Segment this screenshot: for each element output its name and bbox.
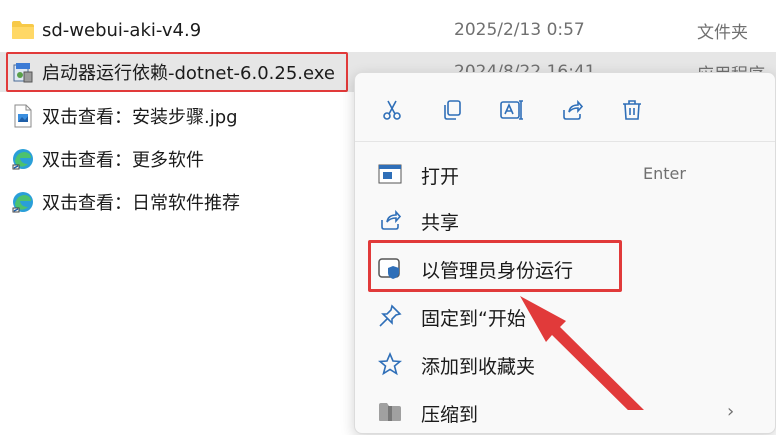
share-icon [377,207,403,233]
edge-link-icon [11,190,35,214]
zip-folder-icon [377,399,403,425]
menu-item-compress[interactable]: 压缩到 › [355,389,775,435]
file-row-folder[interactable]: sd-webui-aki-v4.9 2025/2/13 0:57 文件夹 [0,10,776,50]
folder-icon [11,18,35,42]
quick-actions-bar [355,73,775,143]
shortcut-label: Enter [643,164,686,183]
file-name: 双击查看：日常软件推荐 [42,193,240,214]
menu-item-add-favorites[interactable]: 添加到收藏夹 [355,341,775,387]
delete-icon[interactable] [617,95,647,125]
menu-item-label: 固定到“开始 [421,308,526,330]
submenu-chevron-icon: › [727,401,735,422]
file-name: 双击查看：安装步骤.jpg [42,107,238,128]
pin-icon [377,303,403,329]
menu-item-label: 压缩到 [421,404,479,426]
file-name: sd-webui-aki-v4.9 [42,19,202,41]
open-icon [377,161,403,187]
image-file-icon [11,104,35,128]
copy-icon[interactable] [437,95,467,125]
menu-item-open[interactable]: 打开 Enter [355,151,775,197]
menu-item-share[interactable]: 共享 [355,197,775,243]
file-name: 双击查看：更多软件 [42,150,204,171]
share-icon[interactable] [557,95,587,125]
menu-item-label: 添加到收藏夹 [421,356,536,378]
file-date: 2025/2/13 0:57 [454,20,585,40]
menu-item-label: 共享 [421,212,460,234]
cut-icon[interactable] [377,95,407,125]
menu-item-label: 打开 [421,166,460,188]
star-icon [377,351,403,377]
rename-icon[interactable] [497,95,527,125]
menu-separator [355,141,775,142]
edge-link-icon [11,147,35,171]
file-type: 文件夹 [697,22,748,43]
highlight-box-exe [6,52,348,92]
highlight-box-run-as-admin [368,240,622,292]
menu-item-pin-start[interactable]: 固定到“开始 [355,293,775,339]
